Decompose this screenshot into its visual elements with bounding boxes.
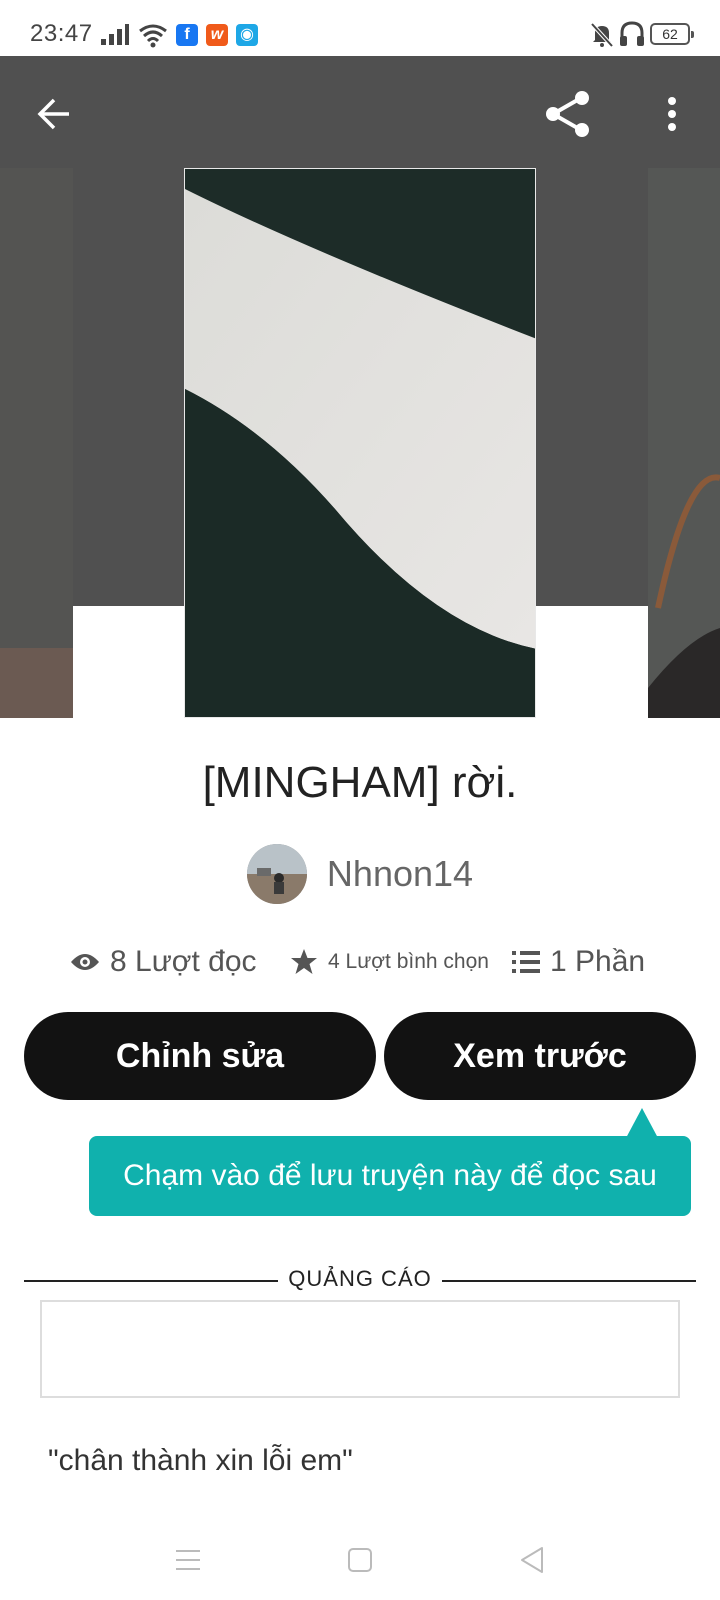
author-name[interactable]: Nhnon14 xyxy=(327,853,473,895)
back-button[interactable] xyxy=(26,86,82,142)
system-navigation-bar xyxy=(0,1520,720,1600)
cover-previous[interactable] xyxy=(0,168,73,718)
headset-icon xyxy=(620,21,644,46)
square-icon xyxy=(348,1548,372,1572)
preview-button[interactable]: Xem trước xyxy=(384,1012,696,1100)
avatar[interactable] xyxy=(246,844,307,904)
votes-stat: 4 Lượt bình chọn xyxy=(290,940,489,984)
more-vertical-icon xyxy=(668,97,676,131)
battery-indicator: 62 xyxy=(650,23,694,45)
system-back-button[interactable] xyxy=(516,1544,548,1576)
save-for-later-tooltip[interactable]: Chạm vào để lưu truyện này để đọc sau xyxy=(89,1136,691,1216)
story-description: "chân thành xin lỗi em" xyxy=(48,1444,353,1477)
cover-current[interactable] xyxy=(184,168,536,718)
home-button[interactable] xyxy=(344,1544,376,1576)
cover-next-image xyxy=(648,168,720,718)
eye-app-icon: ◉ xyxy=(236,24,258,46)
top-navigation xyxy=(0,56,720,168)
facebook-icon: f xyxy=(176,24,198,46)
ad-divider-line-left xyxy=(24,1280,278,1282)
avatar-image xyxy=(246,844,307,904)
tooltip-arrow xyxy=(626,1108,658,1138)
wifi-icon xyxy=(139,24,167,48)
signal-icon xyxy=(101,24,129,45)
ad-banner[interactable] xyxy=(40,1300,680,1398)
status-time: 23:47 xyxy=(30,20,93,47)
triangle-back-icon xyxy=(521,1547,543,1573)
author-row[interactable]: Nhnon14 xyxy=(0,844,720,904)
edit-button[interactable]: Chỉnh sửa xyxy=(24,1012,376,1100)
status-bar: 23:47 f w ◉ 62 xyxy=(0,0,720,56)
cover-next[interactable] xyxy=(648,168,720,718)
reads-stat: 8 Lượt đọc xyxy=(70,940,257,984)
list-icon xyxy=(512,951,540,973)
menu-icon xyxy=(176,1550,200,1570)
bell-off-icon xyxy=(590,22,614,48)
arrow-left-icon xyxy=(37,98,69,130)
share-icon xyxy=(546,91,589,137)
wattpad-icon: w xyxy=(206,24,228,46)
eye-icon xyxy=(71,954,99,970)
star-icon xyxy=(291,949,317,974)
parts-stat[interactable]: 1 Phần xyxy=(512,940,645,984)
ad-label: QUẢNG CÁO xyxy=(288,1266,432,1291)
parts-count: 1 Phần xyxy=(550,945,646,978)
story-title: [MINGHAM] rời. xyxy=(202,758,518,807)
cover-image xyxy=(185,169,535,717)
share-button[interactable] xyxy=(540,86,596,142)
votes-count: 4 Lượt bình chọn xyxy=(328,950,489,973)
reads-count: 8 Lượt đọc xyxy=(110,945,257,978)
ad-divider: QUẢNG CÁO xyxy=(24,1266,696,1296)
cover-previous-image xyxy=(0,168,73,718)
recent-apps-button[interactable] xyxy=(172,1544,204,1576)
more-options-button[interactable] xyxy=(644,86,700,142)
ad-divider-line-right xyxy=(442,1280,696,1282)
story-stats: 8 Lượt đọc 4 Lượt bình chọn 1 Phần xyxy=(0,940,720,984)
